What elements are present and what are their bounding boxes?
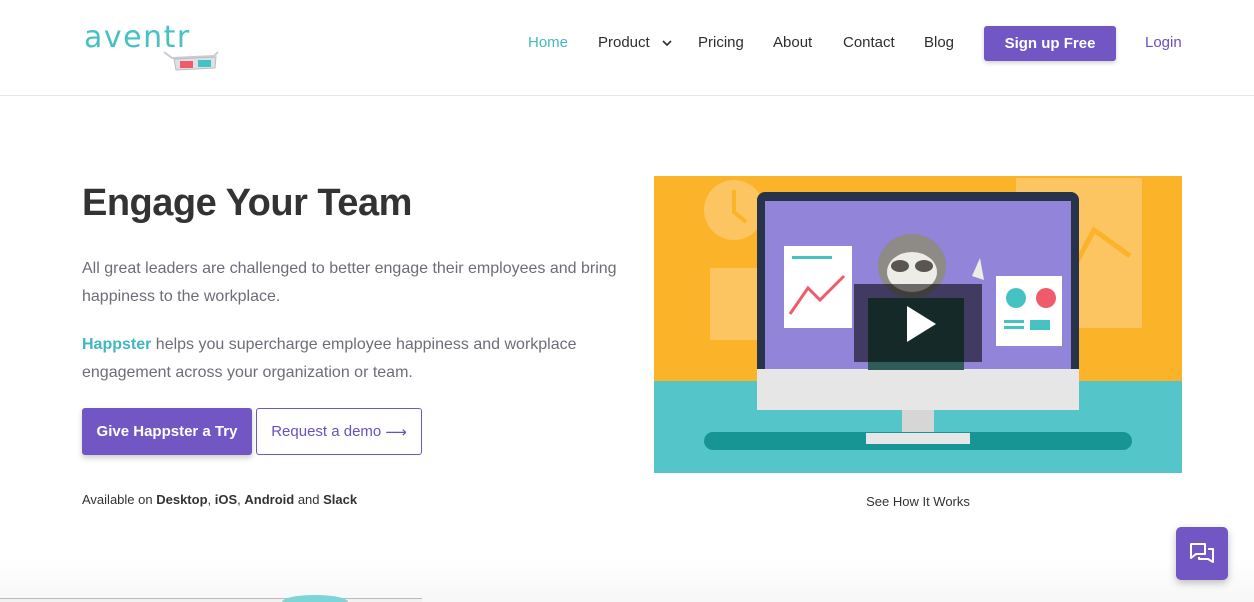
- nav-blog[interactable]: Blog: [924, 33, 954, 53]
- available-prefix: Available on: [82, 492, 157, 507]
- video-thumbnail[interactable]: [654, 176, 1182, 473]
- hero-description: Happster helps you supercharge employee …: [82, 331, 622, 387]
- nav-about[interactable]: About: [773, 33, 812, 53]
- hero-intro-text: All great leaders are challenged to bett…: [82, 260, 617, 305]
- next-section-graphic: [282, 595, 348, 602]
- nav-pricing[interactable]: Pricing: [698, 33, 744, 53]
- nav-home[interactable]: Home: [528, 33, 568, 53]
- 3d-glasses-icon: [163, 51, 219, 71]
- arrow-right-icon: ⟶: [385, 423, 407, 441]
- logo[interactable]: aventr: [84, 20, 224, 76]
- nav-contact[interactable]: Contact: [843, 33, 895, 53]
- platform-availability: Available on Desktop, iOS, Android and S…: [82, 492, 357, 507]
- chevron-down-icon: [662, 39, 672, 46]
- brand-word: Happster: [82, 336, 152, 353]
- try-happster-button[interactable]: Give Happster a Try: [82, 408, 252, 455]
- separator: and: [294, 492, 324, 507]
- request-demo-label: Request a demo: [271, 423, 382, 440]
- chat-icon: [1190, 542, 1214, 563]
- separator: ,: [207, 492, 215, 507]
- video-caption: See How It Works: [866, 494, 970, 509]
- nav-product-label: Product: [598, 34, 650, 51]
- hero-description-rest: helps you supercharge employee happiness…: [82, 336, 577, 381]
- video-illustration: [654, 176, 1182, 473]
- chat-widget-button[interactable]: [1176, 527, 1228, 580]
- signup-button[interactable]: Sign up Free: [984, 26, 1116, 61]
- platform-ios: iOS: [214, 492, 238, 507]
- platform-slack: Slack: [323, 492, 358, 507]
- platform-desktop: Desktop: [156, 492, 208, 507]
- request-demo-button[interactable]: Request a demo ⟶: [256, 408, 422, 455]
- next-section-card: [0, 598, 422, 602]
- site-header: aventr Home Product Pricing About Contac…: [0, 0, 1254, 96]
- platform-android: Android: [244, 492, 295, 507]
- login-link[interactable]: Login: [1145, 33, 1182, 53]
- hero-title: Engage Your Team: [82, 182, 412, 224]
- nav-product[interactable]: Product: [598, 33, 672, 53]
- next-section: [0, 560, 1254, 602]
